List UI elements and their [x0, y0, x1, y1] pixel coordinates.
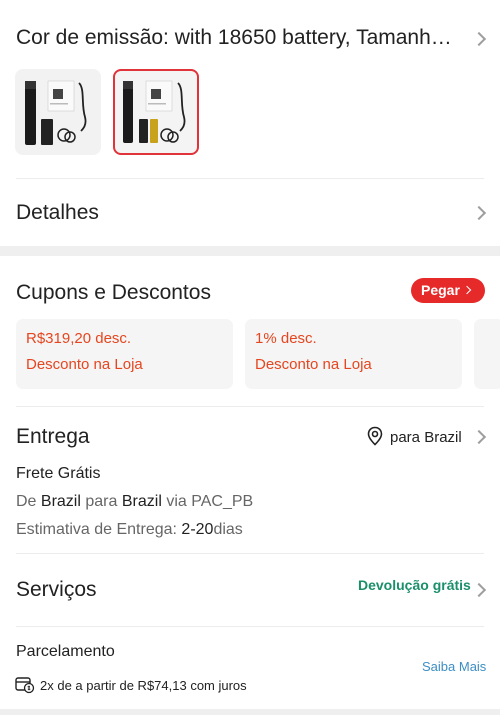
section-separator [0, 246, 500, 256]
divider [16, 406, 484, 407]
divider [16, 626, 484, 627]
chevron-right-icon [471, 429, 487, 445]
variant-thumbnail-2-selected[interactable] [113, 69, 199, 155]
location-pin-icon [367, 426, 383, 446]
flashlight-kit-image [25, 80, 87, 145]
shipping-label: Frete Grátis [16, 465, 101, 482]
section-separator [0, 709, 500, 715]
chevron-right-icon [471, 205, 487, 221]
divider [16, 553, 484, 554]
coupon-card[interactable]: R$319,20 desc. Desconto na Loja [16, 319, 233, 389]
route-from: Brazil [40, 493, 81, 510]
coupon-amount: R$319,20 desc. [26, 330, 132, 347]
coupon-card-partial[interactable] [474, 319, 500, 389]
delivery-route: De Brazil para Brazil via PAC_PB [16, 493, 253, 511]
estimate-label: Estimativa de Entrega: [16, 521, 177, 538]
coupons-title: Cupons e Descontos [16, 281, 211, 304]
delivery-estimate: Estimativa de Entrega: 2-20dias [16, 521, 243, 539]
chevron-right-icon [462, 285, 472, 295]
variant-thumbnail-1[interactable] [15, 69, 101, 155]
coupon-card[interactable]: 1% desc. Desconto na Loja [245, 319, 462, 389]
free-returns-label: Devolução grátis [358, 577, 471, 593]
estimate-unit: dias [213, 521, 243, 538]
installments-title: Parcelamento [16, 643, 115, 660]
services-title: Serviços [16, 578, 97, 601]
divider [16, 178, 484, 179]
delivery-title: Entrega [16, 425, 90, 448]
flashlight-battery-kit-image [123, 80, 186, 143]
delivery-destination: para Brazil [390, 429, 462, 446]
route-from-prefix: De [16, 493, 37, 510]
coupon-amount: 1% desc. [255, 330, 317, 347]
variant-title: Cor de emissão: with 18650 battery, Tama… [16, 26, 461, 49]
installment-detail: 2x de a partir de R$74,13 com juros [40, 678, 247, 693]
grab-coupon-label: Pegar [421, 282, 460, 298]
details-title: Detalhes [16, 201, 99, 224]
grab-coupon-button[interactable]: Pegar [411, 278, 485, 303]
route-via: via PAC_PB [166, 493, 254, 510]
coupon-type: Desconto na Loja [26, 356, 143, 373]
route-to: Brazil [121, 493, 162, 510]
route-to-prefix: para [85, 493, 118, 510]
installment-card-icon [15, 677, 35, 694]
estimate-value: 2-20 [181, 521, 214, 538]
chevron-right-icon [471, 31, 487, 47]
learn-more-link[interactable]: Saiba Mais [422, 659, 486, 674]
chevron-right-icon [471, 582, 487, 598]
coupon-type: Desconto na Loja [255, 356, 372, 373]
